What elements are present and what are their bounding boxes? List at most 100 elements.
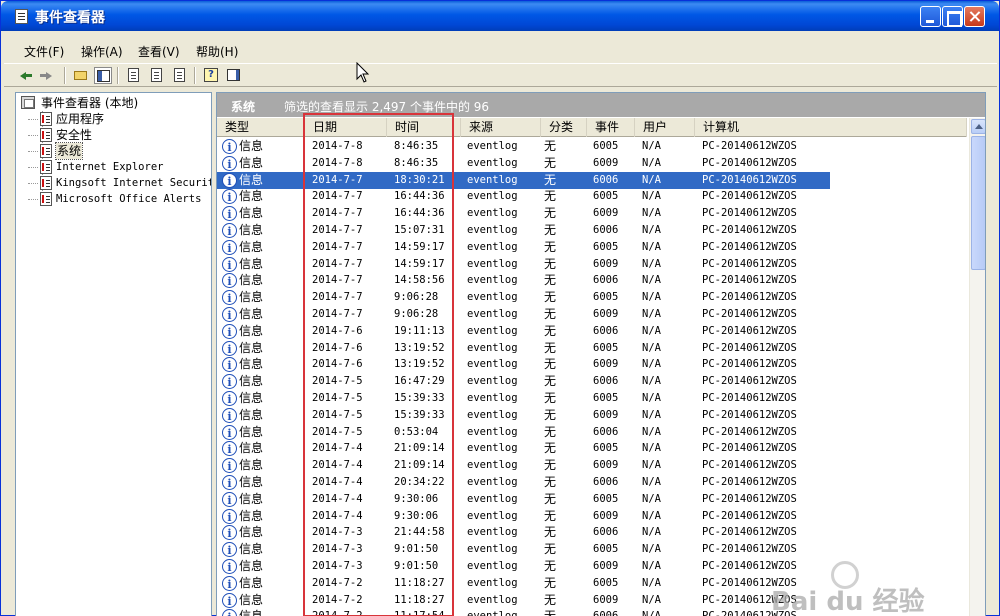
- event-viewer-window: 事件查看器 文件(F) 操作(A) 查看(V) 帮助(H) ? 事件查看器 (本…: [0, 0, 1000, 616]
- event-event-cell: 6005: [593, 392, 619, 404]
- event-event-cell: 6005: [593, 240, 619, 253]
- event-source-cell: eventlog: [467, 308, 518, 320]
- column-header-computer[interactable]: 计算机: [695, 118, 967, 137]
- tree-connector: [28, 135, 38, 136]
- event-computer-cell: PC-20140612WZOS: [702, 358, 797, 371]
- event-source-cell: eventlog: [467, 156, 518, 169]
- event-category-cell: 无: [544, 357, 557, 372]
- event-computer-cell: PC-20140612WZOS: [702, 492, 797, 505]
- help-button[interactable]: ?: [202, 67, 220, 84]
- properties-button[interactable]: [125, 67, 143, 84]
- event-user-cell: N/A: [642, 257, 661, 270]
- event-category-cell: 无: [544, 374, 557, 389]
- event-event-cell: 6009: [593, 408, 619, 421]
- event-computer-cell: PC-20140612WZOS: [702, 140, 797, 152]
- event-computer-cell: PC-20140612WZOS: [702, 156, 797, 169]
- column-header-category[interactable]: 分类: [541, 118, 587, 137]
- event-category-cell: 无: [544, 575, 557, 590]
- event-source-cell: eventlog: [467, 257, 518, 270]
- event-type-label: 信息: [239, 206, 264, 221]
- event-type-label: 信息: [239, 391, 264, 405]
- menu-help[interactable]: 帮助(H): [196, 43, 238, 60]
- event-type-label: 信息: [239, 491, 264, 506]
- event-event-cell: 6009: [593, 509, 619, 522]
- title-bar[interactable]: 事件查看器: [1, 1, 999, 31]
- menu-action[interactable]: 操作(A): [81, 43, 123, 60]
- export-list-button[interactable]: [171, 67, 189, 84]
- event-source-cell: eventlog: [467, 492, 518, 505]
- tree-root-label: 事件查看器 (本地): [41, 96, 139, 110]
- event-source-cell: eventlog: [467, 341, 518, 354]
- event-category-cell: 无: [544, 592, 557, 607]
- information-icon: [222, 424, 237, 442]
- minimize-button[interactable]: [920, 6, 941, 27]
- event-source-cell: eventlog: [467, 190, 518, 203]
- tree-connector: [28, 151, 38, 152]
- event-event-cell: 6009: [593, 459, 619, 472]
- event-category-cell: 无: [544, 323, 557, 338]
- information-icon: [222, 290, 237, 307]
- event-type-label: 信息: [239, 508, 264, 523]
- event-event-cell: 6006: [593, 324, 619, 337]
- scroll-thumb[interactable]: [971, 136, 985, 270]
- forward-button[interactable]: [40, 67, 58, 84]
- tree-item-label: Internet Explorer: [56, 161, 164, 173]
- event-user-cell: N/A: [642, 190, 661, 203]
- event-log-icon: [40, 112, 52, 126]
- up-one-level-button[interactable]: [72, 67, 90, 84]
- menu-view[interactable]: 查看(V): [138, 43, 180, 60]
- show-hide-action-pane-button[interactable]: [225, 67, 243, 84]
- event-category-cell: 无: [544, 458, 557, 473]
- column-header-event[interactable]: 事件: [587, 118, 635, 137]
- event-source-cell: eventlog: [467, 459, 518, 472]
- information-icon: [222, 340, 237, 358]
- column-header-user[interactable]: 用户: [635, 118, 695, 137]
- event-category-cell: 无: [544, 559, 557, 573]
- toolbar-separator: [64, 67, 66, 84]
- show-hide-tree-button[interactable]: [94, 67, 112, 84]
- scroll-up-button[interactable]: [971, 119, 985, 134]
- tree-item-label: Kingsoft Internet Security: [56, 177, 212, 189]
- event-type-label: 信息: [239, 575, 264, 590]
- event-computer-cell: PC-20140612WZOS: [702, 543, 797, 556]
- event-type-label: 信息: [239, 256, 264, 271]
- event-event-cell: 6006: [593, 608, 618, 616]
- event-source-cell: eventlog: [467, 576, 518, 589]
- back-button[interactable]: [18, 67, 36, 84]
- event-computer-cell: PC-20140612WZOS: [702, 257, 797, 270]
- information-icon: [222, 172, 237, 190]
- event-source-cell: eventlog: [467, 526, 518, 539]
- close-button[interactable]: [964, 6, 985, 27]
- event-user-cell: N/A: [642, 476, 661, 488]
- refresh-button[interactable]: [148, 67, 166, 84]
- mouse-cursor-icon: [356, 62, 370, 83]
- information-icon: [222, 609, 237, 616]
- event-type-label: 信息: [239, 340, 264, 355]
- event-source-cell: eventlog: [467, 274, 518, 287]
- event-viewer-app-icon[interactable]: [15, 9, 28, 24]
- console-tree[interactable]: 事件查看器 (本地) 应用程序 安全性 系统 Internet Explorer Kin…: [15, 92, 212, 616]
- event-source-cell: eventlog: [467, 207, 518, 220]
- information-icon: [222, 508, 237, 526]
- information-icon: [222, 575, 237, 593]
- event-source-cell: eventlog: [467, 240, 518, 253]
- window-title: 事件查看器: [35, 10, 105, 26]
- menu-file[interactable]: 文件(F): [24, 43, 64, 60]
- event-category-cell: 无: [544, 542, 557, 557]
- event-event-cell: 6005: [593, 341, 619, 354]
- vertical-scrollbar[interactable]: [969, 118, 985, 616]
- event-user-cell: N/A: [642, 291, 661, 304]
- event-event-cell: 6006: [593, 375, 619, 388]
- event-category-cell: 无: [544, 155, 557, 170]
- event-category-cell: 无: [544, 206, 557, 221]
- event-type-label: 信息: [239, 239, 264, 254]
- column-header-source[interactable]: 来源: [461, 118, 541, 137]
- event-user-cell: N/A: [642, 341, 661, 354]
- event-computer-cell: PC-20140612WZOS: [702, 207, 797, 220]
- event-event-cell: 6005: [593, 543, 619, 556]
- column-header-type[interactable]: 类型: [217, 118, 305, 137]
- maximize-button[interactable]: [942, 6, 963, 27]
- event-computer-cell: PC-20140612WZOS: [702, 190, 797, 203]
- event-computer-cell: PC-20140612WZOS: [702, 240, 797, 253]
- event-source-cell: eventlog: [467, 425, 518, 438]
